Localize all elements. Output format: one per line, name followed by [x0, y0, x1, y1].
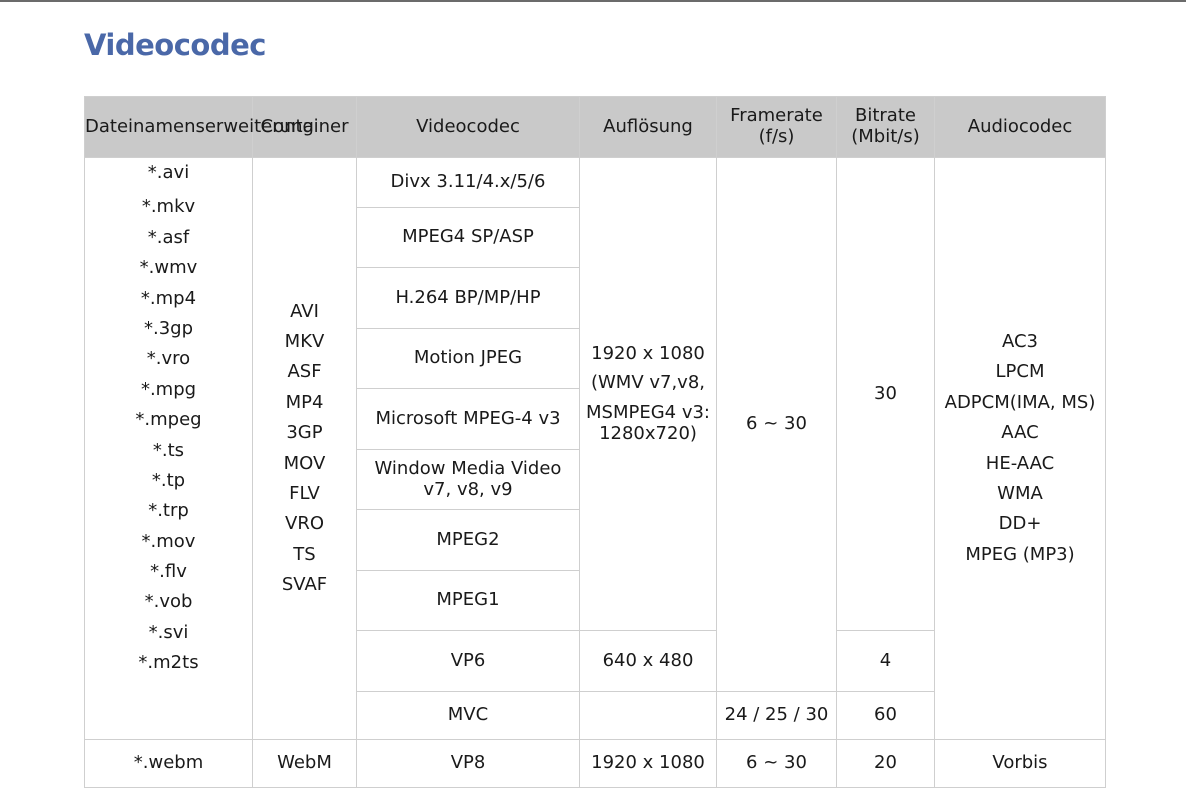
list-item: *.vob: [144, 591, 193, 613]
videocodec-cell: VP6: [356, 630, 580, 692]
container-cell: WebM: [252, 739, 357, 788]
extension-list-cell: *.avi *.mkv *.asf *.wmv *.mp4 *.3gp *.vr…: [84, 157, 253, 740]
audiocodec-list-cell: AC3 LPCM ADPCM(IMA, MS) AAC HE-AAC WMA D…: [934, 157, 1106, 740]
list-item: ADPCM(IMA, MS): [944, 391, 1096, 413]
list-item: LPCM: [995, 361, 1045, 383]
table-row: *.avi *.mkv *.asf *.wmv *.mp4 *.3gp *.vr…: [84, 157, 1106, 740]
header-framerate-line1: Framerate: [730, 105, 823, 127]
list-item: WMA: [997, 482, 1043, 504]
header-videocodec: Videocodec: [356, 96, 580, 158]
videocodec-cell: H.264 BP/MP/HP: [356, 267, 580, 329]
container-list-cell: AVI MKV ASF MP4 3GP MOV FLV VRO TS SVAF: [252, 157, 357, 740]
top-rule: [0, 0, 1186, 2]
list-item: *.avi: [147, 162, 190, 183]
list-item: *.ts: [152, 439, 185, 461]
list-item: *.flv: [150, 561, 187, 583]
list-item: HE-AAC: [985, 452, 1055, 474]
list-item: MPEG (MP3): [965, 543, 1075, 565]
list-item: FLV: [289, 482, 320, 504]
videocodec-cell: MVC: [356, 691, 580, 740]
header-bitrate-line2: (Mbit/s): [851, 126, 920, 147]
audiocodec-list: AC3 LPCM ADPCM(IMA, MS) AAC HE-AAC WMA D…: [935, 327, 1105, 570]
list-item: ASF: [287, 361, 322, 383]
list-item: *.mpg: [140, 378, 197, 400]
resolution-cell: [579, 691, 717, 740]
list-item: *.mp4: [140, 287, 197, 309]
extension-list: *.avi *.mkv *.asf *.wmv *.mp4 *.3gp *.vr…: [85, 158, 252, 679]
list-item: TS: [293, 543, 316, 565]
list-item: AAC: [1001, 422, 1039, 444]
page-title: Videocodec: [84, 28, 266, 62]
list-item: *.wmv: [139, 257, 198, 279]
list-item: *.vro: [146, 348, 191, 370]
header-bitrate-line1: Bitrate: [855, 105, 916, 127]
videocodec-cell: MPEG4 SP/ASP: [356, 207, 580, 268]
videocodec-cell: MPEG1: [356, 570, 580, 631]
resolution-line: 1280x720): [599, 422, 697, 444]
list-item: *.mov: [141, 530, 196, 552]
codec-table: Dateinamenserweiterung Container Videoco…: [84, 96, 1106, 788]
list-item: *.3gp: [143, 317, 194, 339]
list-item: AC3: [1001, 330, 1039, 352]
resolution-cell: 1920 x 1080: [579, 739, 717, 788]
resolution-line: (WMV v7,v8,: [590, 372, 706, 394]
container-list: AVI MKV ASF MP4 3GP MOV FLV VRO TS SVAF: [253, 297, 356, 601]
audiocodec-cell: Vorbis: [934, 739, 1106, 788]
videocodec-cell: Microsoft MPEG-4 v3: [356, 388, 580, 450]
list-item: MP4: [285, 391, 324, 413]
table-row: *.webm WebM VP8 1920 x 1080 6 ~ 30 20 Vo…: [84, 739, 1106, 788]
resolution-cell: 640 x 480: [579, 630, 717, 692]
list-item: *.tp: [151, 469, 186, 491]
videocodec-cell: Window Media Video v7, v8, v9: [356, 449, 580, 510]
list-item: *.asf: [147, 226, 190, 248]
framerate-main-cell: 6 ~ 30: [716, 157, 837, 692]
header-row: Dateinamenserweiterung Container Videoco…: [84, 96, 1106, 158]
extension-cell: *.webm: [84, 739, 253, 788]
bitrate-main-cell: 30: [836, 157, 935, 631]
list-item: DD+: [998, 513, 1042, 535]
header-audiocodec: Audiocodec: [934, 96, 1106, 158]
resolution-line: 1920 x 1080: [591, 342, 705, 364]
list-item: 3GP: [286, 422, 323, 444]
list-item: VRO: [285, 513, 324, 535]
header-framerate-line2: (f/s): [758, 126, 795, 147]
bitrate-cell: 4: [836, 630, 935, 692]
videocodec-cell: VP8: [356, 739, 580, 788]
resolution-line: MSMPEG4 v3:: [585, 402, 710, 423]
framerate-cell: 6 ~ 30: [716, 739, 837, 788]
videocodec-cell: MPEG2: [356, 509, 580, 571]
list-item: *.mkv: [141, 196, 196, 218]
header-container: Container: [252, 96, 357, 158]
header-framerate: Framerate (f/s): [716, 96, 837, 158]
header-resolution: Auflösung: [579, 96, 717, 158]
bitrate-cell: 60: [836, 691, 935, 740]
list-item: AVI: [290, 300, 319, 322]
list-item: MOV: [283, 452, 326, 474]
list-item: *.trp: [148, 500, 189, 522]
header-bitrate: Bitrate (Mbit/s): [836, 96, 935, 158]
list-item: MKV: [284, 330, 325, 352]
videocodec-cell: Divx 3.11/4.x/5/6: [356, 157, 580, 208]
header-extension: Dateinamenserweiterung: [84, 96, 314, 158]
videocodec-cell: Motion JPEG: [356, 328, 580, 389]
list-item: *.m2ts: [138, 652, 199, 674]
list-item: *.mpeg: [135, 409, 202, 431]
bitrate-cell: 20: [836, 739, 935, 788]
list-item: *.svi: [148, 621, 189, 643]
list-item: SVAF: [281, 574, 328, 596]
framerate-cell: 24 / 25 / 30: [716, 691, 837, 740]
resolution-main-cell: 1920 x 1080 (WMV v7,v8, MSMPEG4 v3: 1280…: [579, 157, 717, 631]
